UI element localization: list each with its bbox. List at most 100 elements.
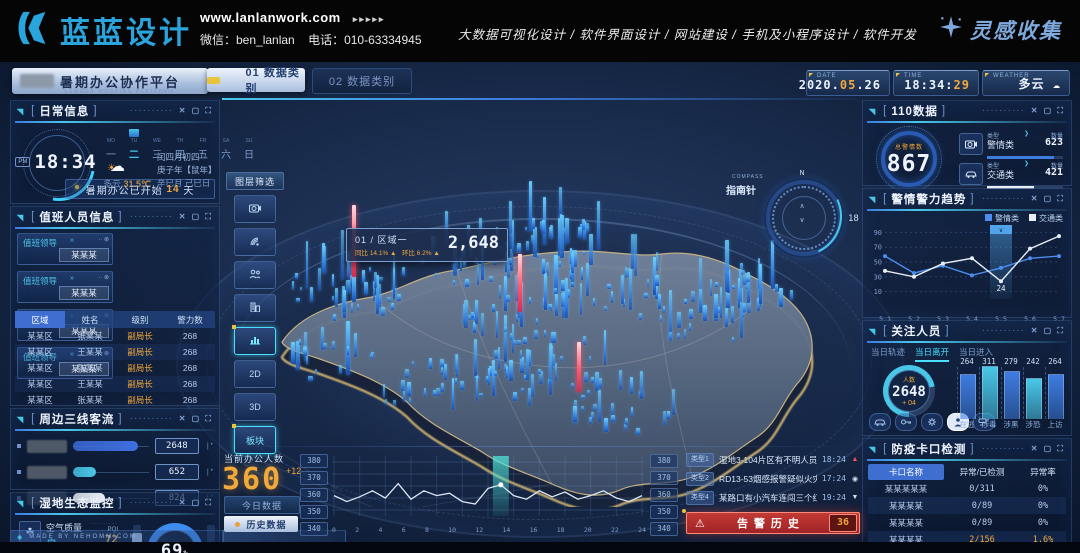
data-bar	[506, 295, 510, 301]
data-bar	[310, 287, 313, 302]
data-bar	[357, 304, 359, 311]
qty-value: 421	[1045, 167, 1063, 178]
layer-button-people[interactable]	[234, 261, 276, 289]
panel-title: 警情警力趋势	[891, 191, 966, 207]
data-bar	[323, 246, 326, 274]
duty-leader-card[interactable]: 值班领导»·· ⊗某某某	[17, 233, 113, 265]
data-bar	[526, 241, 529, 251]
header-tab-2[interactable]: 02 数据类别	[312, 68, 412, 94]
data-bar	[402, 267, 405, 276]
bullet-icon	[17, 444, 21, 448]
weekday-en: TH	[172, 138, 188, 144]
col-name[interactable]: 卡口名称	[868, 464, 944, 480]
xaxis-tick: 16	[530, 526, 538, 534]
data-bar	[725, 308, 728, 327]
tooltip-rates: 同比 14.1% ▲ 环比 6.2% ▲	[355, 247, 440, 257]
duty-table-row[interactable]: 某某区张某某副局长268	[15, 392, 215, 408]
duty-leader-card[interactable]: 值班领导»·· ⊗某某某	[17, 271, 113, 303]
layer-button-camera[interactable]	[234, 195, 276, 223]
page-subtitle: SUMMER WORKING PLATFORM	[64, 89, 175, 95]
data-bar	[604, 418, 608, 432]
data-bar	[710, 279, 712, 296]
collect-block[interactable]: 灵感收集	[938, 14, 1062, 46]
col-rate[interactable]: 异常率	[1020, 466, 1066, 478]
yaxis-box: 340	[300, 522, 328, 536]
d110-item-交通类: 类型❯交通类数量421	[959, 161, 1063, 191]
layer-button-building[interactable]	[234, 294, 276, 322]
data-bar	[332, 341, 336, 350]
checkpoint-row[interactable]: 某某某某0/890%	[868, 514, 1066, 531]
chevron-right-icon: »	[70, 237, 74, 244]
flow-label-redacted	[27, 466, 67, 479]
panel-mark: ◥	[17, 415, 24, 424]
compass-widget[interactable]: COMPASS 指南针 N ∧ ∨	[760, 172, 844, 256]
window-control-icons[interactable]: ✕ ▢ ⛶	[179, 498, 213, 508]
duty-table-row[interactable]: 某某区张某某副局长268	[15, 328, 215, 344]
data-bar	[441, 361, 444, 367]
weekday-cn: 日	[241, 146, 257, 161]
duty-table-row[interactable]: 某某区张某某副局长268	[15, 360, 215, 376]
duty-col-header[interactable]: 区域	[15, 311, 65, 328]
office-line-chart[interactable]	[330, 452, 646, 531]
data-bar	[517, 340, 521, 345]
duty-col-header[interactable]: 警力数	[165, 311, 215, 328]
window-control-icons[interactable]: ✕ ▢ ⛶	[179, 106, 213, 116]
window-control-icons[interactable]: ✕ ▢ ⛶	[1031, 194, 1065, 204]
pin-placeholder	[103, 129, 119, 137]
col-ratio[interactable]: 异常/已检测	[944, 466, 1020, 478]
checkpoint-row[interactable]: 某某某某0/890%	[868, 497, 1066, 514]
layer-button-板块[interactable]: 板块	[234, 426, 276, 454]
layer-button-signal[interactable]	[234, 228, 276, 256]
duty-table-row[interactable]: 某某区王某某副局长268	[15, 376, 215, 392]
alert-row[interactable]: 类型4某路口有小汽车连闯三个红灯19:24▼	[686, 490, 859, 505]
window-control-icons[interactable]: ✕ ▢ ⛶	[1031, 444, 1065, 454]
website-line[interactable]: www.lanlanwork.com ▸▸▸▸▸	[200, 10, 422, 25]
duty-col-header[interactable]: 级别	[115, 311, 165, 328]
data-bar	[465, 279, 469, 287]
data-bar	[362, 270, 365, 283]
window-control-icons[interactable]: ✕ ▢ ⛶	[1031, 106, 1065, 116]
duty-col-header[interactable]: 姓名	[65, 311, 115, 328]
header-tab-1[interactable]: 01 数据类别	[207, 68, 305, 92]
data-bar	[604, 306, 607, 311]
card-control-icons[interactable]: ·· ⊗	[98, 236, 109, 243]
layer-filter-title: 图层筛选	[226, 172, 284, 190]
window-control-icons[interactable]: ✕ ▢ ⛶	[1031, 326, 1065, 336]
yaxis-box: 360	[300, 488, 328, 502]
warning-icon: ⚠	[695, 517, 705, 530]
brand-block[interactable]: 蓝蓝设计	[14, 8, 192, 52]
layer-button-2D[interactable]: 2D	[234, 360, 276, 388]
date-value: 2020.05.26	[799, 78, 881, 92]
window-control-icons[interactable]: ✕ ▢ ⛶	[179, 414, 213, 424]
data-bar	[520, 350, 523, 359]
alert-time: 18:24	[822, 455, 846, 464]
history-data-button[interactable]: 历史数据	[224, 516, 298, 532]
website-url[interactable]: www.lanlanwork.com	[200, 10, 341, 25]
trend-line-chart: 1030507090∨245.15.25.35.45.55.65.7	[869, 221, 1065, 330]
circle-icon: ◉	[851, 475, 859, 483]
data-bar	[455, 378, 457, 384]
alarm-history-banner[interactable]: ⚠ 告警历史 36	[686, 512, 860, 534]
services-list: 大数据可视化设计 / 软件界面设计 / 网站建设 / 手机及小程序设计 / 软件…	[458, 24, 917, 43]
map-tooltip: 01 / 区域一 同比 14.1% ▲ 环比 6.2% ▲ 2,648	[346, 228, 508, 262]
today-data-button[interactable]: 今日数据	[224, 496, 300, 514]
alert-message: RD13-53烟感报警疑似火灾	[719, 473, 817, 485]
duty-table-row[interactable]: 某某区王某某副局长268	[15, 344, 215, 360]
checkpoint-row[interactable]: 某某某某某0/3110%	[868, 480, 1066, 497]
data-bar	[689, 323, 692, 331]
bar-value: 311	[979, 357, 999, 366]
bar-axis	[957, 367, 959, 419]
active-dot	[235, 522, 240, 527]
layer-button-3D[interactable]: 3D	[234, 393, 276, 421]
xaxis-tick: 22	[611, 526, 619, 534]
window-control-icons[interactable]: ✕ ▢ ⛶	[179, 212, 213, 222]
alert-row[interactable]: 类型2RD13-53烟感报警疑似火灾17:24◉	[686, 471, 859, 486]
layer-button-chart[interactable]	[234, 327, 276, 355]
focus-tab-1[interactable]: 当日轨迹	[871, 346, 905, 362]
focus-tab-2[interactable]: 当日离开	[915, 346, 949, 362]
data-bar	[523, 337, 527, 343]
alert-row[interactable]: 类型1湿地3-104片区有不明人员闯入18:24▲	[686, 452, 859, 467]
data-bar	[401, 380, 405, 391]
data-bar	[492, 360, 495, 396]
card-control-icons[interactable]: ·· ⊗	[98, 274, 109, 281]
